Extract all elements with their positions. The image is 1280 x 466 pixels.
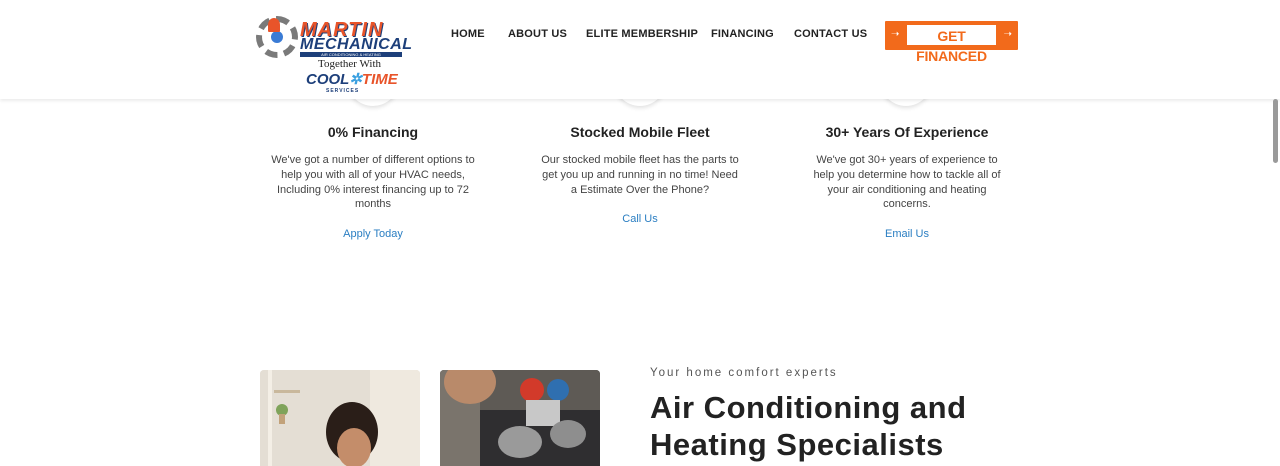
feature-title: Stocked Mobile Fleet: [570, 124, 710, 140]
flame-icon: [268, 18, 280, 32]
nav-contact-us[interactable]: CONTACT US: [794, 28, 867, 40]
customer-photo: [260, 370, 420, 466]
feature-fleet: Stocked Mobile Fleet Our stocked mobile …: [535, 124, 745, 226]
page-scrollbar[interactable]: [1273, 99, 1278, 163]
logo-text-services: SERVICES: [326, 88, 360, 94]
snowflake-icon: [271, 31, 283, 43]
technician-photo: [440, 370, 600, 466]
apply-today-link[interactable]: Apply Today: [268, 227, 478, 241]
nav-financing[interactable]: FINANCING: [711, 28, 774, 40]
logo-text-time: TIME: [361, 71, 398, 88]
nav-about-us[interactable]: ABOUT US: [508, 28, 567, 40]
nav-elite-membership[interactable]: ELITE MEMBERSHIP: [586, 28, 698, 40]
feature-description: We've got a number of different options …: [271, 154, 475, 211]
section-tagline: Your home comfort experts: [650, 367, 838, 379]
arrow-right-icon: ➝: [1003, 29, 1012, 40]
email-us-link[interactable]: Email Us: [802, 227, 1012, 241]
technician-photo-illustration: [440, 370, 600, 466]
feature-financing: 0% Financing We've got a number of diffe…: [268, 124, 478, 241]
get-financed-label: GET FINANCED: [916, 28, 987, 64]
arrow-left-icon: ➝: [891, 29, 900, 40]
section-headline: Air Conditioning and Heating Specialists: [650, 390, 967, 462]
logo-text-together: Together With: [318, 58, 382, 70]
feature-description: Our stocked mobile fleet has the parts t…: [541, 154, 739, 196]
logo-strip: AIR CONDITIONING & HEATING: [300, 52, 402, 57]
feature-title: 30+ Years Of Experience: [825, 124, 989, 140]
feature-title: 0% Financing: [327, 124, 419, 140]
call-us-link[interactable]: Call Us: [535, 212, 745, 226]
get-financed-button[interactable]: ➝ GET FINANCED ➝: [885, 21, 1018, 64]
logo-text-cool: COOL: [306, 71, 350, 88]
customer-photo-illustration: [260, 370, 420, 466]
logo-text-mechanical: MECHANICAL: [300, 36, 413, 53]
company-logo[interactable]: MARTIN MECHANICAL AIR CONDITIONING & HEA…: [254, 14, 412, 100]
nav-home[interactable]: HOME: [451, 28, 485, 40]
feature-experience: 30+ Years Of Experience We've got 30+ ye…: [802, 124, 1012, 241]
logo-cool-time: COOL✲TIME: [306, 72, 398, 87]
get-financed-box: GET FINANCED: [907, 25, 996, 64]
snowflake-icon: ✲: [349, 71, 362, 88]
site-header: MARTIN MECHANICAL AIR CONDITIONING & HEA…: [0, 0, 1280, 99]
feature-description: We've got 30+ years of experience to hel…: [813, 154, 1001, 211]
